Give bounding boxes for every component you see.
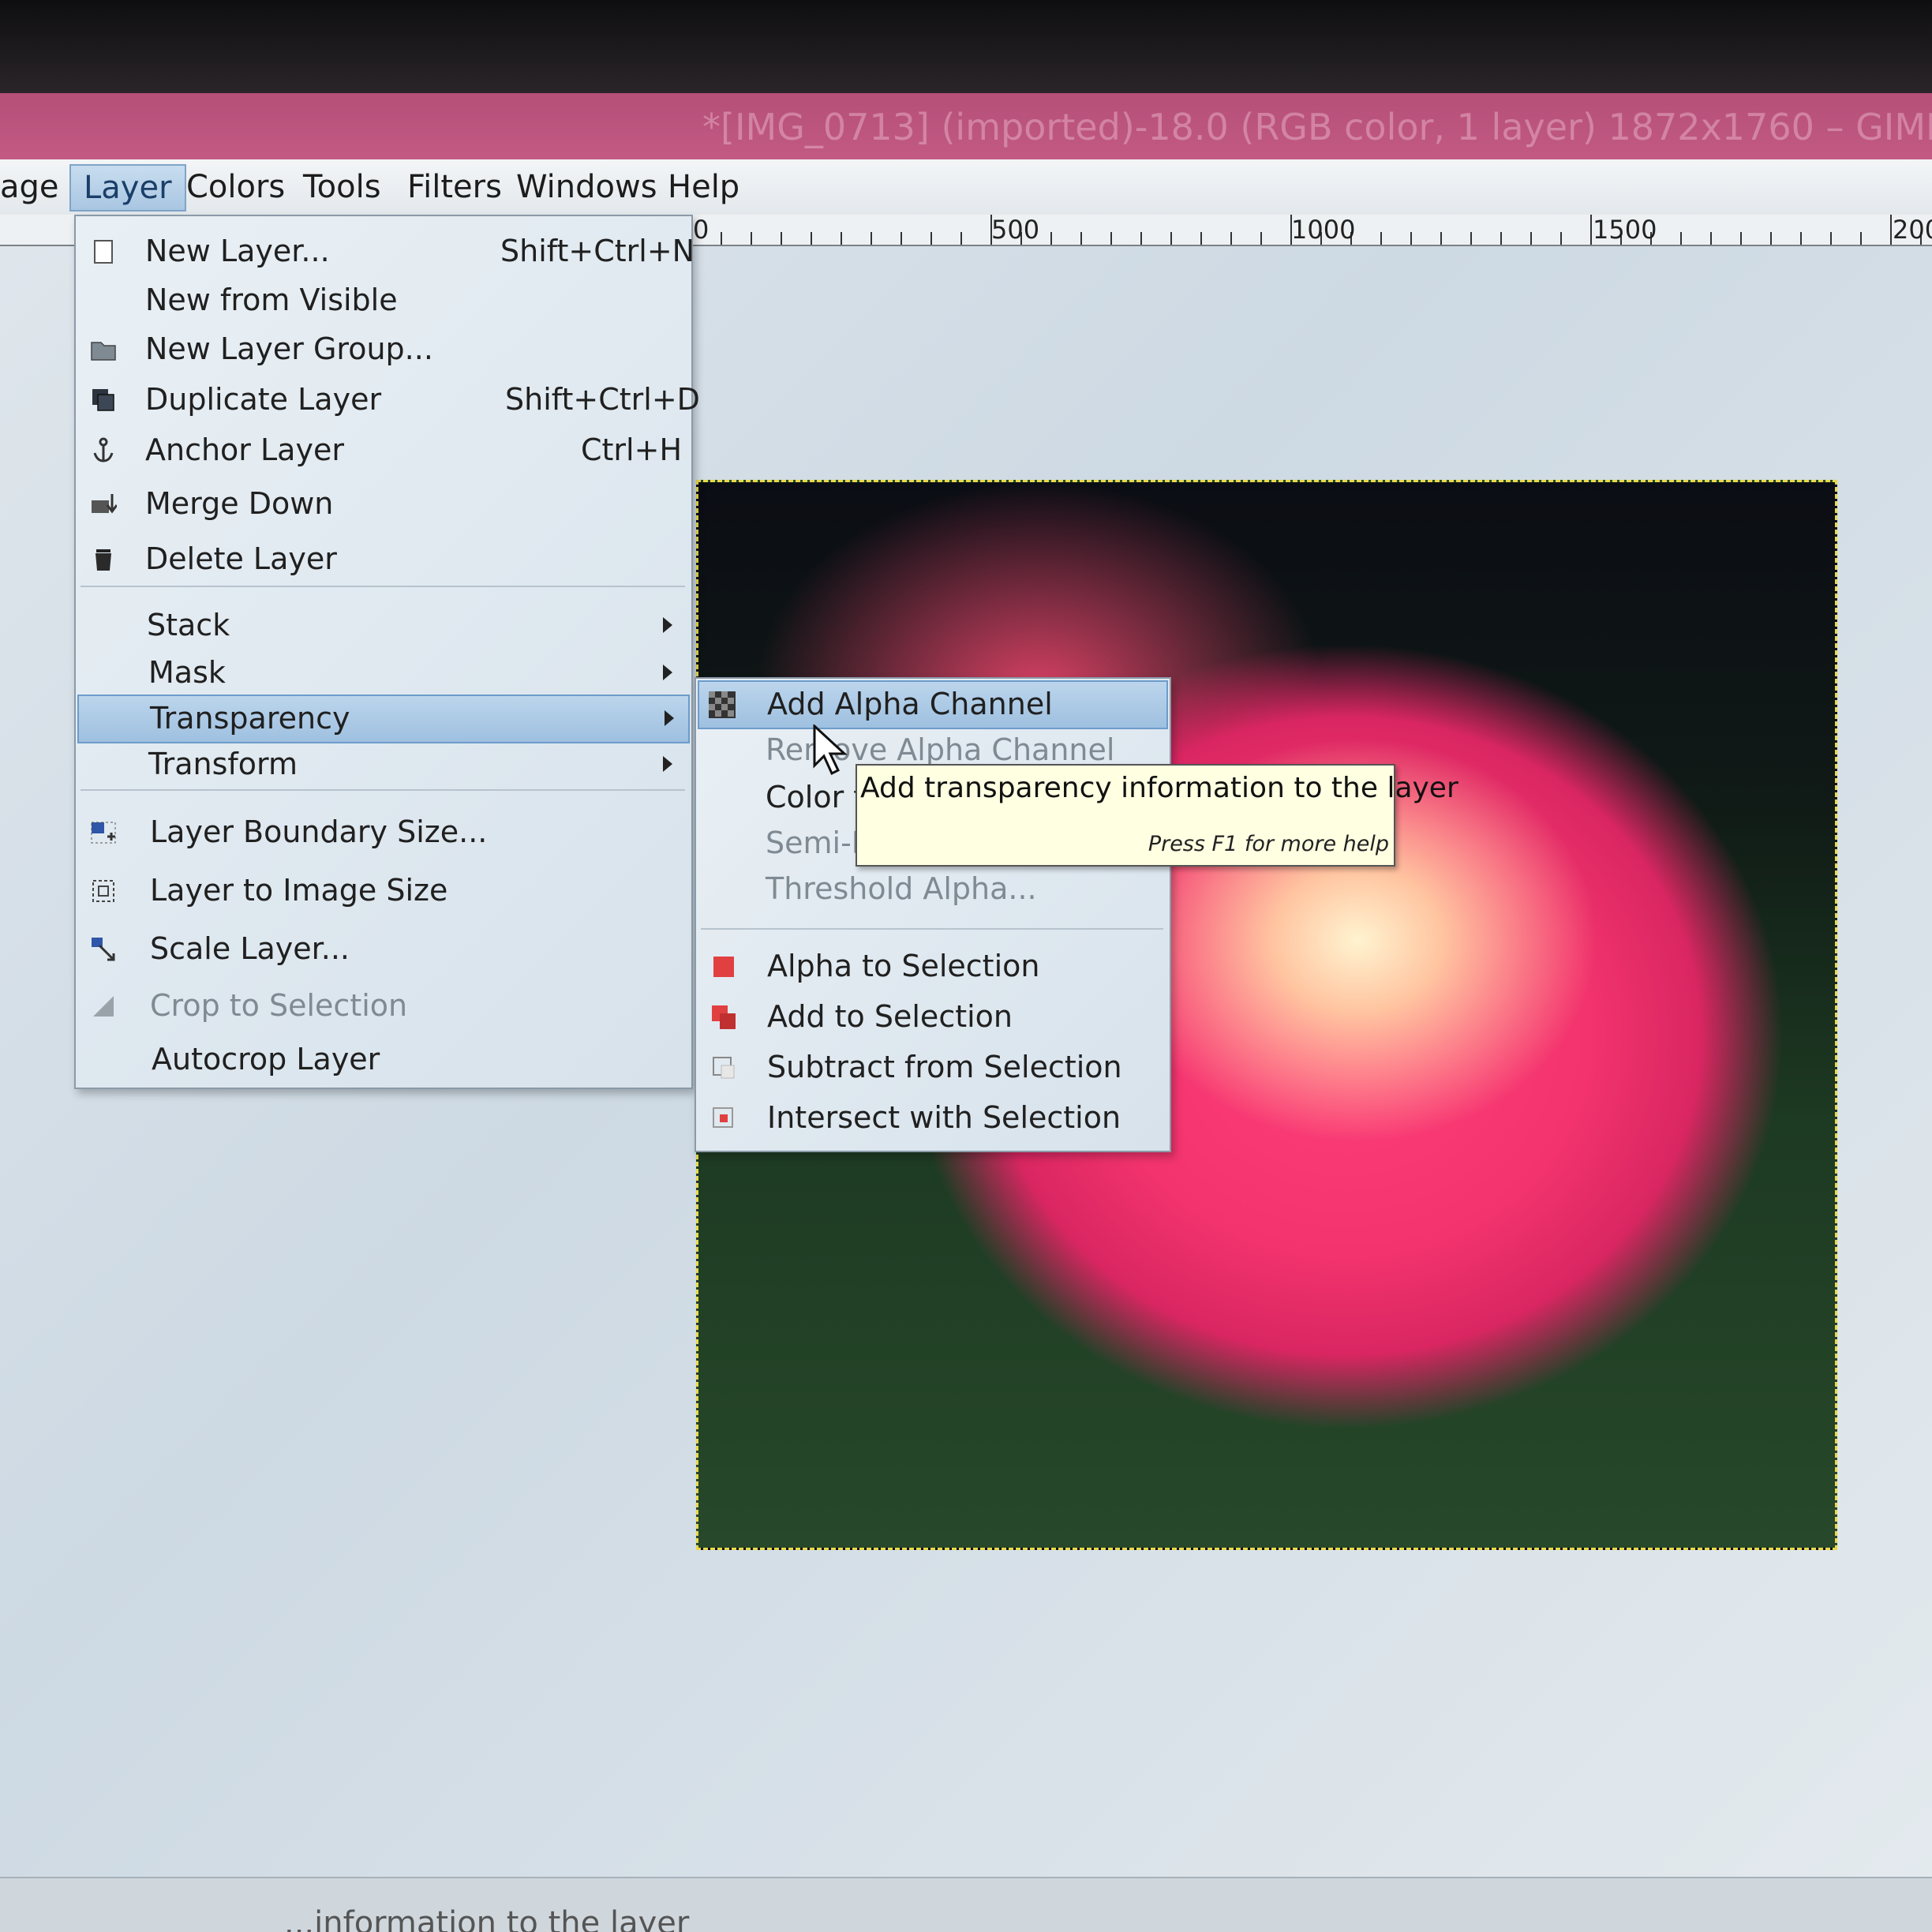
menu-item-layer-to-image-size[interactable]: Layer to Image Size bbox=[76, 868, 691, 914]
menu-item-subtract-from-selection[interactable]: Subtract from Selection bbox=[696, 1045, 1170, 1091]
monitor-bezel bbox=[0, 0, 1932, 93]
menu-item-new-layer-group[interactable]: New Layer Group... bbox=[76, 327, 691, 373]
menu-item-autocrop-layer[interactable]: Autocrop Layer bbox=[76, 1037, 691, 1083]
tooltip-help-hint: Press F1 for more help bbox=[1148, 832, 1389, 856]
menu-separator bbox=[701, 928, 1163, 930]
duplicate-icon bbox=[92, 389, 114, 411]
layer-menu: New Layer... Shift+Ctrl+N New from Visib… bbox=[74, 215, 700, 1089]
anchor-icon bbox=[93, 437, 114, 462]
ruler-label-2000: 200 bbox=[1893, 215, 1932, 245]
menu-item-layer-boundary-size[interactable]: Layer Boundary Size... bbox=[76, 810, 691, 856]
mouse-pointer-icon bbox=[813, 724, 848, 776]
menubar: age Layer Colors Tools Filters Windows H… bbox=[0, 159, 1932, 215]
tooltip: Add transparency information to the laye… bbox=[856, 764, 1458, 867]
tooltip-text: Add transparency information to the laye… bbox=[860, 772, 1458, 804]
menu-item-add-to-selection[interactable]: Add to Selection bbox=[696, 994, 1170, 1040]
menu-item-new-from-visible[interactable]: New from Visible bbox=[76, 278, 691, 324]
ruler-label-500: 500 bbox=[991, 215, 1040, 245]
trash-icon bbox=[95, 549, 111, 571]
menu-image[interactable]: age bbox=[0, 169, 59, 205]
ruler-label-1500: 1500 bbox=[1593, 215, 1657, 245]
layer-to-image-icon bbox=[92, 880, 114, 902]
menu-help[interactable]: Help bbox=[668, 169, 739, 205]
menu-item-new-layer[interactable]: New Layer... Shift+Ctrl+N bbox=[76, 229, 695, 275]
alpha-channel-icon bbox=[709, 691, 736, 718]
boundary-size-icon bbox=[91, 822, 116, 844]
merge-down-icon bbox=[92, 494, 117, 514]
menu-item-stack[interactable]: Stack bbox=[76, 603, 691, 649]
ruler-label-1000: 1000 bbox=[1291, 215, 1356, 245]
folder-icon bbox=[91, 342, 116, 361]
menu-item-duplicate-layer[interactable]: Duplicate Layer Shift+Ctrl+D bbox=[76, 377, 700, 423]
window-title: *[IMG_0713] (imported)-18.0 (RGB color, … bbox=[702, 106, 1932, 148]
window-titlebar[interactable]: *[IMG_0713] (imported)-18.0 (RGB color, … bbox=[0, 93, 1932, 159]
statusbar: ...information to the layer bbox=[0, 1877, 1932, 1932]
transparency-submenu: Add Alpha Channel Remove Alpha Channel C… bbox=[695, 677, 1171, 1152]
menu-item-transform[interactable]: Transform bbox=[76, 742, 691, 788]
intersect-selection-icon bbox=[713, 1107, 733, 1128]
scale-icon bbox=[92, 938, 115, 961]
submenu-arrow-icon bbox=[663, 617, 672, 633]
crop-icon bbox=[93, 996, 114, 1017]
menu-item-merge-down[interactable]: Merge Down bbox=[76, 481, 691, 527]
menu-item-mask[interactable]: Mask bbox=[76, 650, 691, 696]
new-layer-icon bbox=[94, 240, 113, 264]
menu-item-anchor-layer[interactable]: Anchor Layer Ctrl+H bbox=[76, 428, 691, 474]
menu-item-scale-layer[interactable]: Scale Layer... bbox=[76, 927, 691, 972]
menu-item-delete-layer[interactable]: Delete Layer bbox=[76, 537, 691, 582]
menu-filters[interactable]: Filters bbox=[407, 169, 502, 205]
menu-item-transparency[interactable]: Transparency bbox=[77, 695, 690, 743]
status-text: ...information to the layer bbox=[284, 1905, 690, 1932]
menu-item-add-alpha-channel[interactable]: Add Alpha Channel bbox=[698, 680, 1168, 729]
menu-item-alpha-to-selection[interactable]: Alpha to Selection bbox=[696, 944, 1170, 990]
alpha-to-selection-icon bbox=[713, 957, 734, 977]
menu-separator bbox=[80, 586, 685, 587]
subtract-selection-icon bbox=[713, 1057, 735, 1079]
ruler-label-0: 0 bbox=[693, 215, 710, 245]
submenu-arrow-icon bbox=[663, 665, 672, 680]
menu-separator bbox=[80, 789, 685, 791]
screen: *[IMG_0713] (imported)-18.0 (RGB color, … bbox=[0, 0, 1932, 1932]
menu-item-crop-to-selection[interactable]: Crop to Selection bbox=[76, 983, 691, 1029]
submenu-arrow-icon bbox=[663, 756, 672, 772]
menu-item-intersect-with-selection[interactable]: Intersect with Selection bbox=[696, 1095, 1170, 1141]
menu-tools[interactable]: Tools bbox=[303, 169, 381, 205]
add-selection-icon bbox=[712, 1005, 736, 1029]
menu-item-threshold-alpha[interactable]: Threshold Alpha... bbox=[696, 867, 1170, 912]
menu-windows[interactable]: Windows bbox=[516, 169, 657, 205]
menu-layer[interactable]: Layer bbox=[69, 164, 186, 212]
menu-colors[interactable]: Colors bbox=[186, 169, 285, 205]
submenu-arrow-icon bbox=[665, 710, 674, 726]
